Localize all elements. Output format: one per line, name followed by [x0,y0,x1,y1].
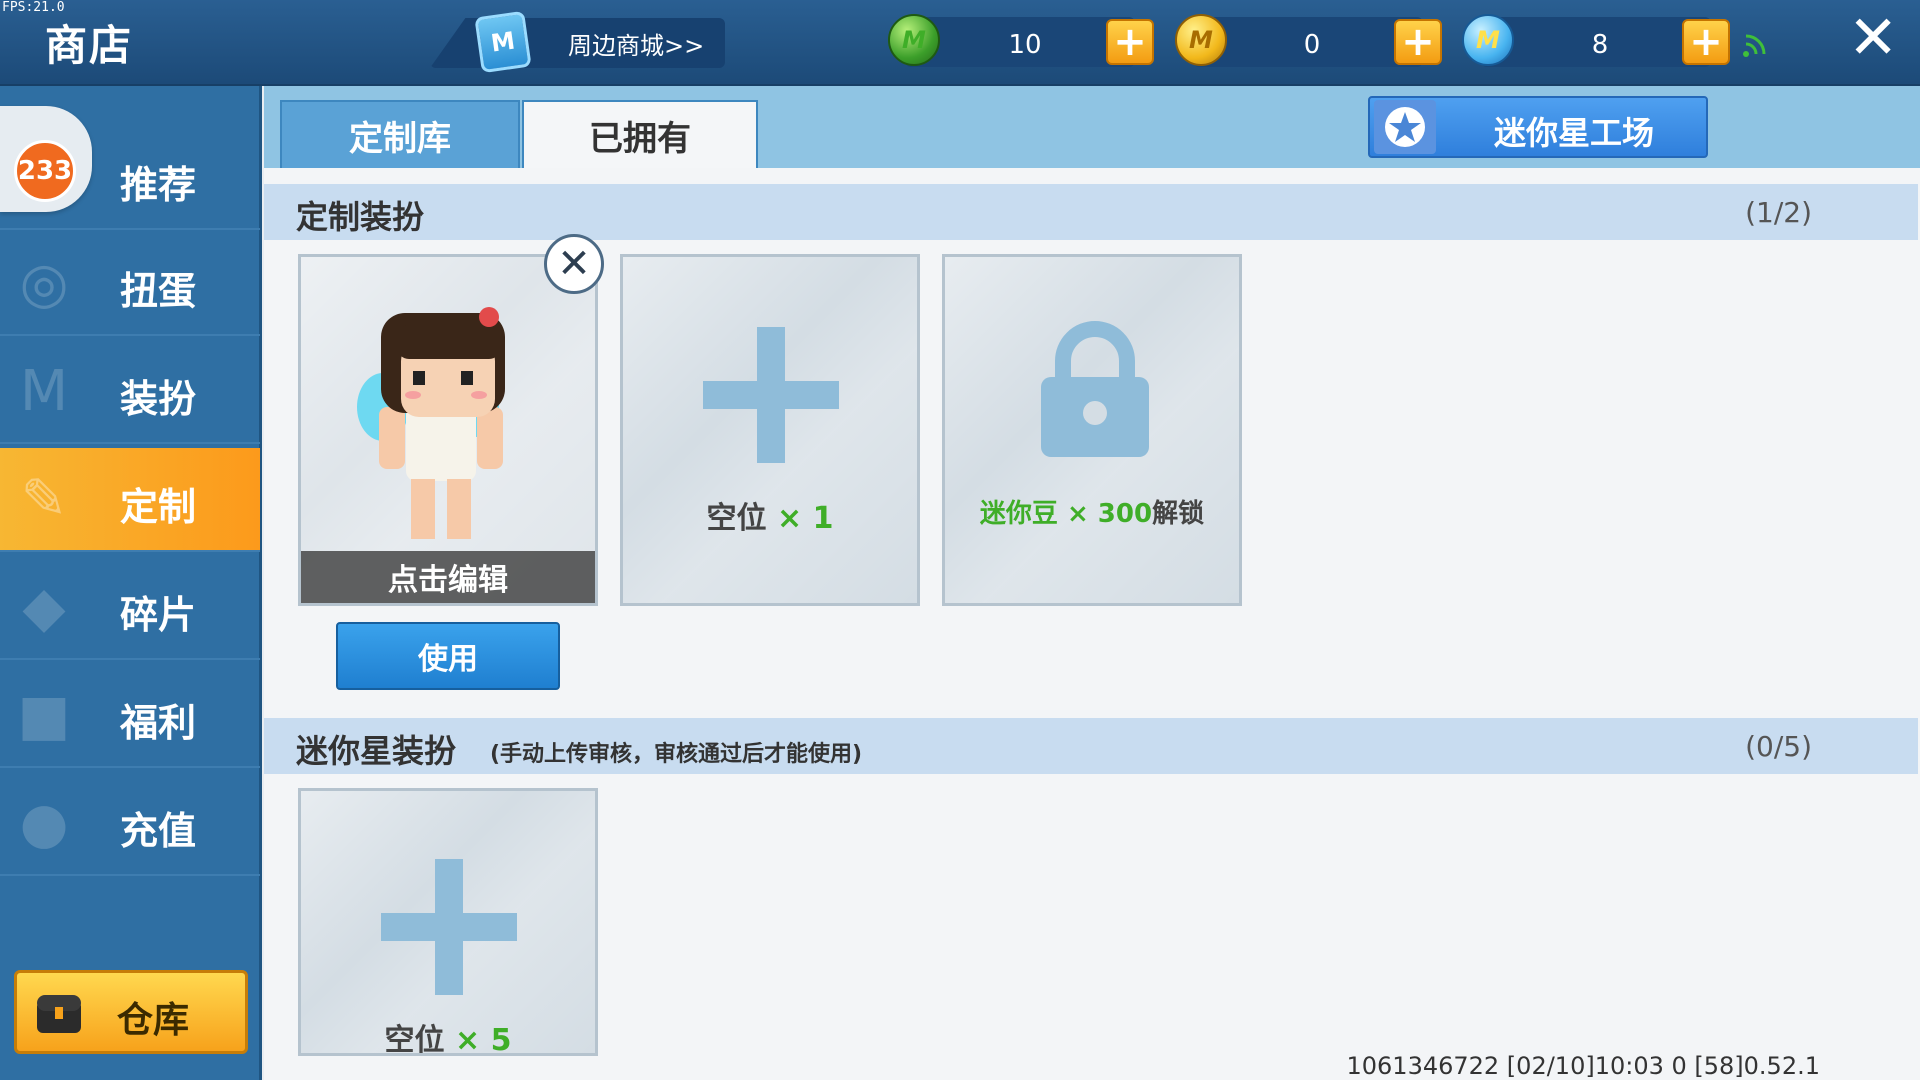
sidebar-item-label: 福利 [120,701,197,745]
mini-workshop-button[interactable]: 迷你星工场 [1368,96,1708,158]
warehouse-label: 仓库 [117,1000,190,1041]
custom-outfit-card[interactable]: 点击编辑 [298,254,598,606]
customize-icon: ✎ [20,467,68,532]
sidebar-item-outfit[interactable]: M 装扮 [0,340,260,444]
close-shop-button[interactable]: ✕ [1848,8,1898,68]
empty-slot-label: 空位 × 1 [706,501,834,536]
sidebar-item-welfare[interactable]: ■ 福利 [0,664,260,768]
sidebar-item-label: 充值 [120,809,197,853]
warehouse-button[interactable]: 仓库 [14,970,248,1054]
unlock-cost-label: 迷你豆 × 300解锁 [979,499,1205,529]
gold-coin-icon: M [1175,14,1227,66]
sidebar-item-gacha[interactable]: ◎ 扭蛋 [0,232,260,336]
add-gold-coin-button[interactable]: + [1394,19,1442,65]
sidebar: ▲ 推荐 ◎ 扭蛋 M 装扮 ✎ 定制 ◆ 碎片 ■ 福利 ● 充值 233 [0,86,262,1080]
treasure-chest-icon [37,995,81,1033]
tap-to-edit-label[interactable]: 点击编辑 [301,551,595,603]
page-title: 商店 [45,21,134,70]
custom-outfit-section-header: 定制装扮 (1/2) [264,184,1918,240]
section-title: 定制装扮 [296,198,425,236]
add-green-gem-button[interactable]: + [1106,19,1154,65]
sidebar-item-label: 碎片 [120,593,197,637]
locked-slot-card[interactable]: 迷你豆 × 300解锁 [942,254,1242,606]
plus-icon [703,327,839,463]
empty-slot-label: 空位 × 5 [384,1023,512,1056]
mini-star-empty-slot-card[interactable]: 空位 × 5 [298,788,598,1056]
section-subtitle: (手动上传审核，审核通过后才能使用) [490,742,863,767]
outfit-icon: M [19,359,69,424]
tab-custom-library[interactable]: 定制库 [280,100,520,168]
star-badge-icon [1374,100,1436,154]
plus-icon [381,859,517,995]
sidebar-item-recharge[interactable]: ● 充值 [0,772,260,876]
build-info: 1061346722 [02/10]10:03 0 [58]0.52.1 [1346,1052,1820,1080]
wifi-signal-icon [1743,34,1766,57]
sidebar-item-label: 定制 [120,485,197,529]
avatar-badge: 233 [14,140,76,202]
coins-icon: ● [19,791,69,856]
section-count: (0/5) [1745,730,1812,763]
mini-star-outfit-section-header: 迷你星装扮 (手动上传审核，审核通过后才能使用) (0/5) [264,718,1918,774]
fragment-icon: ◆ [22,575,66,640]
mall-link-label[interactable]: 周边商城>> [568,26,704,61]
tab-owned[interactable]: 已拥有 [522,100,758,168]
top-bar: FPS:21.0 商店 M 周边商城>> M 10 + M 0 + M 8 + … [0,0,1920,86]
sidebar-item-label: 推荐 [120,163,197,207]
green-gem-icon: M [888,14,940,66]
sidebar-item-label: 扭蛋 [120,269,197,313]
sidebar-item-label: 装扮 [120,377,197,421]
remove-outfit-button[interactable]: ✕ [544,234,604,294]
section-count: (1/2) [1745,196,1812,229]
add-mini-bean-button[interactable]: + [1682,19,1730,65]
section-title: 迷你星装扮 [296,732,457,770]
use-outfit-button[interactable]: 使用 [336,622,560,690]
mini-bean-icon: M [1462,14,1514,66]
sidebar-item-fragment[interactable]: ◆ 碎片 [0,556,260,660]
character-avatar [357,307,505,539]
currency-bean-value: 8 [1591,30,1609,60]
gacha-icon: ◎ [19,251,69,316]
currency-green-value: 10 [1008,30,1042,60]
gift-icon: ■ [17,683,71,748]
lock-icon [1041,321,1149,457]
sidebar-item-customize[interactable]: ✎ 定制 [0,448,260,552]
currency-gold-value: 0 [1303,30,1321,60]
shopping-bag-icon[interactable]: M [474,10,532,74]
avatar-bubble[interactable]: 233 [0,106,92,212]
empty-slot-card[interactable]: 空位 × 1 [620,254,920,606]
mini-workshop-label: 迷你星工场 [1494,114,1655,152]
